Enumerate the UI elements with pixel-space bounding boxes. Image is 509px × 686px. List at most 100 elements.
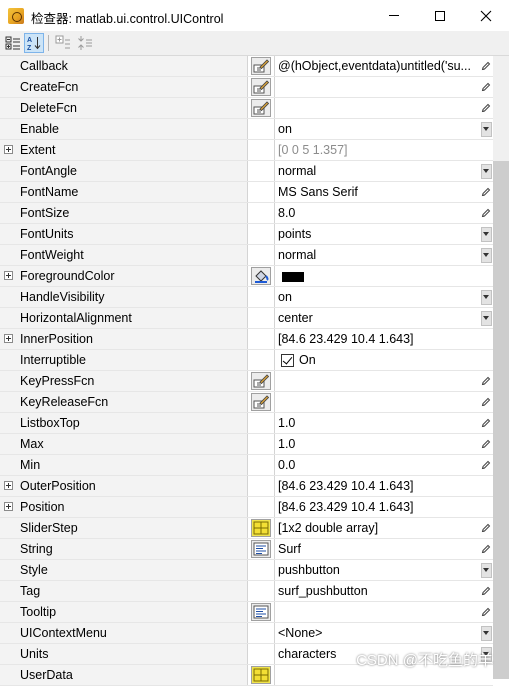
property-value[interactable]: MS Sans Serif bbox=[275, 182, 479, 202]
minimize-button[interactable] bbox=[371, 0, 417, 31]
property-row-enable[interactable]: Enable on bbox=[0, 119, 493, 140]
property-row-tooltip[interactable]: Tooltip bbox=[0, 602, 493, 623]
scrollbar-thumb[interactable] bbox=[493, 161, 509, 679]
property-row-handlevisibility[interactable]: HandleVisibility on bbox=[0, 287, 493, 308]
edit-button[interactable] bbox=[479, 518, 493, 538]
expander-cell[interactable] bbox=[0, 266, 17, 286]
property-row-uicontextmenu[interactable]: UIContextMenu <None> bbox=[0, 623, 493, 644]
property-editor-button-cell[interactable] bbox=[247, 56, 275, 76]
property-value[interactable] bbox=[275, 392, 479, 412]
property-row-string[interactable]: String Surf bbox=[0, 539, 493, 560]
dropdown-button[interactable] bbox=[479, 224, 493, 244]
property-value[interactable]: center bbox=[275, 308, 479, 328]
property-row-keypressfcn[interactable]: KeyPressFcn bbox=[0, 371, 493, 392]
property-value[interactable]: 1.0 bbox=[275, 413, 479, 433]
property-row-fontweight[interactable]: FontWeight normal bbox=[0, 245, 493, 266]
property-editor-button-cell[interactable] bbox=[247, 266, 275, 286]
property-value[interactable] bbox=[275, 266, 479, 286]
dropdown-button[interactable] bbox=[479, 161, 493, 181]
property-editor-button-cell[interactable] bbox=[247, 665, 275, 685]
property-value[interactable] bbox=[275, 77, 479, 97]
property-row-keyreleasefcn[interactable]: KeyReleaseFcn bbox=[0, 392, 493, 413]
property-value[interactable]: On bbox=[275, 350, 479, 370]
property-editor-button-cell[interactable] bbox=[247, 98, 275, 118]
dropdown-button[interactable] bbox=[479, 119, 493, 139]
property-value[interactable]: <None> bbox=[275, 623, 479, 643]
property-value[interactable]: Surf bbox=[275, 539, 479, 559]
edit-button[interactable] bbox=[479, 413, 493, 433]
property-value[interactable]: 1.0 bbox=[275, 434, 479, 454]
edit-button[interactable] bbox=[479, 455, 493, 475]
dropdown-button[interactable] bbox=[479, 245, 493, 265]
expand-plus-icon[interactable] bbox=[4, 271, 13, 280]
close-button[interactable] bbox=[463, 0, 509, 31]
property-row-deletefcn[interactable]: DeleteFcn bbox=[0, 98, 493, 119]
property-value[interactable] bbox=[275, 371, 479, 391]
collapse-all-button[interactable] bbox=[75, 33, 95, 53]
property-value[interactable]: @(hObject,eventdata)untitled('su... bbox=[275, 56, 479, 76]
property-value[interactable] bbox=[275, 98, 479, 118]
property-value[interactable]: on bbox=[275, 119, 479, 139]
property-row-tag[interactable]: Tag surf_pushbutton bbox=[0, 581, 493, 602]
property-row-fontsize[interactable]: FontSize 8.0 bbox=[0, 203, 493, 224]
expander-cell[interactable] bbox=[0, 476, 17, 496]
property-row-interruptible[interactable]: Interruptible On bbox=[0, 350, 493, 371]
property-editor-button-cell[interactable] bbox=[247, 539, 275, 559]
expand-all-button[interactable] bbox=[53, 33, 73, 53]
property-row-listboxtop[interactable]: ListboxTop 1.0 bbox=[0, 413, 493, 434]
edit-button[interactable] bbox=[479, 602, 493, 622]
expand-plus-icon[interactable] bbox=[4, 334, 13, 343]
property-row-max[interactable]: Max 1.0 bbox=[0, 434, 493, 455]
dropdown-button[interactable] bbox=[479, 623, 493, 643]
property-row-fontname[interactable]: FontName MS Sans Serif bbox=[0, 182, 493, 203]
property-value[interactable]: 0.0 bbox=[275, 455, 479, 475]
property-editor-button-cell[interactable] bbox=[247, 371, 275, 391]
property-value[interactable]: [84.6 23.429 10.4 1.643] bbox=[275, 476, 479, 496]
vertical-scrollbar[interactable] bbox=[493, 56, 509, 679]
categorize-button[interactable] bbox=[3, 33, 23, 53]
property-row-horizontalalignment[interactable]: HorizontalAlignment center bbox=[0, 308, 493, 329]
property-value[interactable]: on bbox=[275, 287, 479, 307]
property-editor-button-cell[interactable] bbox=[247, 602, 275, 622]
property-row-innerposition[interactable]: InnerPosition [84.6 23.429 10.4 1.643] bbox=[0, 329, 493, 350]
property-row-fontunits[interactable]: FontUnits points bbox=[0, 224, 493, 245]
property-value[interactable]: normal bbox=[275, 245, 479, 265]
interruptible-checkbox[interactable] bbox=[281, 354, 294, 368]
property-value[interactable]: points bbox=[275, 224, 479, 244]
edit-button[interactable] bbox=[479, 392, 493, 412]
property-value[interactable]: [0 0 5 1.357] bbox=[275, 140, 479, 160]
edit-button[interactable] bbox=[479, 371, 493, 391]
property-row-outerposition[interactable]: OuterPosition [84.6 23.429 10.4 1.643] bbox=[0, 476, 493, 497]
property-value[interactable]: pushbutton bbox=[275, 560, 479, 580]
property-value[interactable]: [84.6 23.429 10.4 1.643] bbox=[275, 329, 479, 349]
property-value[interactable]: [84.6 23.429 10.4 1.643] bbox=[275, 497, 479, 517]
property-row-extent[interactable]: Extent [0 0 5 1.357] bbox=[0, 140, 493, 161]
edit-button[interactable] bbox=[479, 77, 493, 97]
expand-plus-icon[interactable] bbox=[4, 502, 13, 511]
property-value[interactable]: 8.0 bbox=[275, 203, 479, 223]
property-row-sliderstep[interactable]: SliderStep [1x2 double array] bbox=[0, 518, 493, 539]
property-value[interactable] bbox=[275, 602, 479, 622]
edit-button[interactable] bbox=[479, 203, 493, 223]
expand-plus-icon[interactable] bbox=[4, 145, 13, 154]
property-editor-button-cell[interactable] bbox=[247, 518, 275, 538]
maximize-button[interactable] bbox=[417, 0, 463, 31]
property-editor-button-cell[interactable] bbox=[247, 392, 275, 412]
edit-button[interactable] bbox=[479, 539, 493, 559]
expander-cell[interactable] bbox=[0, 497, 17, 517]
expand-plus-icon[interactable] bbox=[4, 481, 13, 490]
dropdown-button[interactable] bbox=[479, 308, 493, 328]
expander-cell[interactable] bbox=[0, 329, 17, 349]
property-value[interactable]: [1x2 double array] bbox=[275, 518, 479, 538]
edit-button[interactable] bbox=[479, 98, 493, 118]
edit-button[interactable] bbox=[479, 581, 493, 601]
edit-button[interactable] bbox=[479, 182, 493, 202]
property-row-createfcn[interactable]: CreateFcn bbox=[0, 77, 493, 98]
edit-button[interactable] bbox=[479, 434, 493, 454]
dropdown-button[interactable] bbox=[479, 560, 493, 580]
property-row-foregroundcolor[interactable]: ForegroundColor bbox=[0, 266, 493, 287]
expander-cell[interactable] bbox=[0, 140, 17, 160]
edit-button[interactable] bbox=[479, 56, 493, 76]
property-value[interactable]: normal bbox=[275, 161, 479, 181]
property-row-position[interactable]: Position [84.6 23.429 10.4 1.643] bbox=[0, 497, 493, 518]
